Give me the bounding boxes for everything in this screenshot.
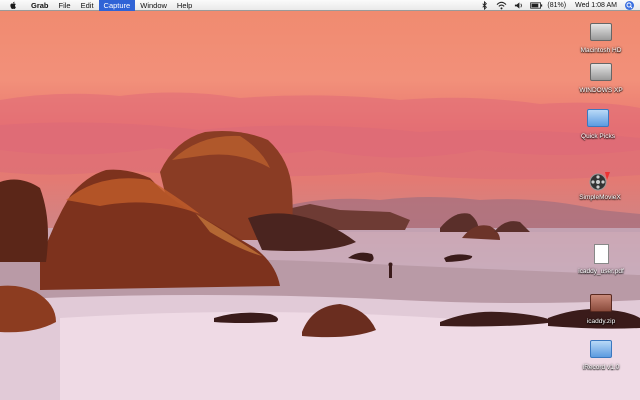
desktop-icon-icaddy-zip[interactable]: icaddy.zip — [566, 292, 636, 325]
zip-archive-icon — [590, 294, 612, 312]
desktop-icon-label: iRecord v1.0 — [582, 364, 620, 371]
pdf-document-icon — [593, 244, 609, 264]
desktop-icon-macintosh-hd[interactable]: Macintosh HD — [566, 21, 636, 54]
desktop-icon-icaddy-user-pdf[interactable]: icaddy_user.pdf — [566, 243, 636, 275]
desktop-icon-windows-xp[interactable]: WINDOWS XP — [566, 61, 636, 94]
desktop-icon-label: Macintosh HD — [580, 47, 622, 54]
battery-percentage: (81%) — [547, 2, 567, 9]
folder-icon — [590, 340, 612, 358]
apple-icon[interactable] — [8, 1, 18, 10]
coastal-sunset-scene — [0, 92, 640, 400]
battery-icon[interactable] — [530, 1, 543, 10]
folder-icon — [587, 109, 609, 127]
desktop-icon-label: SimpleMovieX — [579, 194, 621, 201]
application-icon — [589, 172, 610, 191]
desktop-icon-simplemoviex[interactable]: SimpleMovieX — [565, 170, 635, 201]
desktop-icon-label: Quick Picks — [581, 133, 615, 140]
status-area: (81%) Wed 1:08 AM — [473, 0, 634, 11]
menu-bar: Grab File Edit Capture Window Help (81%)… — [0, 0, 640, 11]
bluetooth-icon[interactable] — [480, 1, 489, 10]
desktop-icon-label: icaddy.zip — [586, 318, 616, 325]
desktop-icon-irecord[interactable]: iRecord v1.0 — [566, 338, 636, 371]
volume-icon[interactable] — [514, 1, 523, 10]
menubar-clock[interactable]: Wed 1:08 AM — [575, 2, 617, 9]
hard-drive-icon — [590, 23, 612, 41]
menu-window[interactable]: Window — [135, 0, 172, 11]
app-menu-grab[interactable]: Grab — [26, 0, 54, 11]
menu-help[interactable]: Help — [172, 0, 197, 11]
menu-capture[interactable]: Capture — [98, 0, 136, 11]
desktop-icon-label: icaddy_user.pdf — [578, 268, 624, 275]
hard-drive-icon — [590, 63, 612, 81]
wifi-icon[interactable] — [496, 1, 507, 10]
desktop-icon-quick-picks[interactable]: Quick Picks — [563, 107, 633, 140]
menu-edit[interactable]: Edit — [76, 0, 99, 11]
menu-file[interactable]: File — [54, 0, 76, 11]
spotlight-icon[interactable] — [625, 1, 634, 10]
desktop-wallpaper — [0, 0, 640, 400]
desktop-icon-label: WINDOWS XP — [579, 87, 623, 94]
